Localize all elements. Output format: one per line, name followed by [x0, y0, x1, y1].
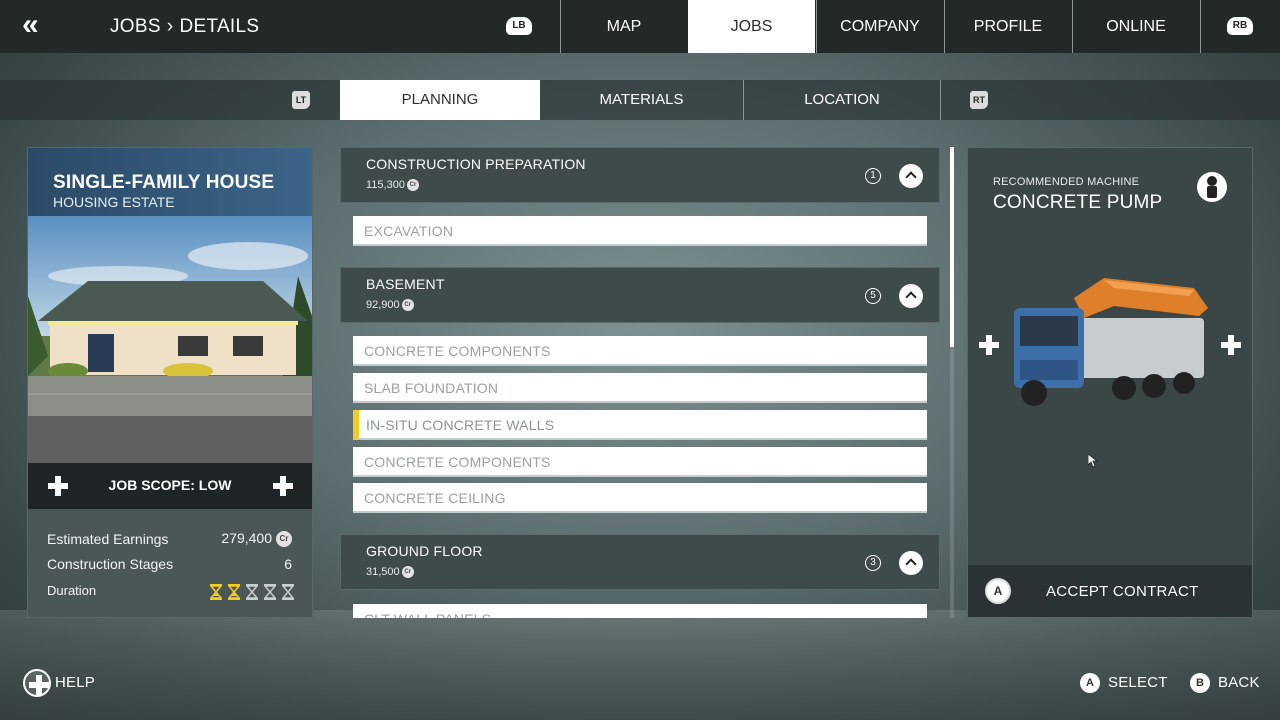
tab-materials[interactable]: MATERIALS: [540, 80, 744, 120]
tab-planning[interactable]: PLANNING: [340, 80, 540, 120]
next-machine-icon[interactable]: [1221, 335, 1241, 355]
stage-header-basement[interactable]: BASEMENT 92,900 Cr 5: [340, 267, 940, 323]
machine-name: CONCRETE PUMP: [993, 192, 1163, 213]
stage-task-count: 5: [865, 288, 881, 304]
recommended-machine-label: RECOMMENDED MACHINE: [993, 176, 1140, 188]
task-row[interactable]: CONCRETE CEILING: [353, 483, 927, 513]
stage-cost: 92,900 Cr: [366, 299, 414, 312]
stage-name: GROUND FLOOR: [366, 543, 483, 559]
tab-online[interactable]: ONLINE: [1072, 0, 1199, 53]
tab-jobs[interactable]: JOBS: [688, 0, 815, 53]
recommended-machine-card: RECOMMENDED MACHINE CONCRETE PUMP A ACCE…: [967, 147, 1253, 618]
concrete-pump-truck-image: [1004, 268, 1218, 428]
duration-rating: [204, 583, 294, 601]
job-scope-selector: JOB SCOPE: LOW: [28, 463, 312, 509]
dpad-cross-icon: [29, 675, 49, 695]
credits-icon: Cr: [276, 531, 292, 548]
hourglass-empty-icon: [264, 583, 276, 600]
dpad-help-icon[interactable]: [23, 669, 51, 697]
credits-icon: Cr: [401, 299, 414, 312]
job-summary-card: SINGLE-FAMILY HOUSE HOUSING ESTATE JOB S…: [27, 147, 313, 618]
tab-profile[interactable]: PROFILE: [944, 0, 1071, 53]
task-row[interactable]: CLT WALL PANELS: [353, 604, 927, 618]
tab-company[interactable]: COMPANY: [816, 0, 943, 53]
job-card-header: SINGLE-FAMILY HOUSE HOUSING ESTATE: [28, 148, 312, 216]
accept-contract-button[interactable]: A ACCEPT CONTRACT: [968, 565, 1252, 617]
collapse-chevron-icon[interactable]: [899, 551, 923, 575]
stage-name: BASEMENT: [366, 276, 445, 292]
task-row-selected[interactable]: IN-SITU CONCRETE WALLS: [353, 410, 927, 440]
credits-icon: Cr: [406, 179, 419, 192]
rt-trigger-icon[interactable]: RT: [970, 91, 988, 109]
stage-cost: 115,300 Cr: [366, 179, 419, 192]
previous-machine-icon[interactable]: [979, 335, 999, 355]
earnings-label: Estimated Earnings: [47, 531, 169, 547]
hourglass-filled-icon: [228, 583, 240, 600]
increase-scope-icon[interactable]: [273, 476, 293, 496]
top-navigation-bar: « JOBS › DETAILS LB MAP JOBS COMPANY PROFI…: [0, 0, 1280, 53]
accept-contract-label: ACCEPT CONTRACT: [1046, 583, 1199, 600]
back-chevron-icon[interactable]: «: [22, 10, 52, 40]
job-subtitle: HOUSING ESTATE: [53, 194, 175, 210]
mouse-cursor-icon: [1088, 454, 1098, 468]
b-button-icon: B: [1190, 673, 1210, 693]
a-button-icon: A: [985, 578, 1011, 604]
lb-bumper-icon[interactable]: LB: [506, 17, 532, 35]
house-preview-image: [28, 216, 312, 463]
tab-location[interactable]: LOCATION: [744, 80, 941, 120]
task-row[interactable]: EXCAVATION: [353, 216, 927, 246]
worker-icon: [1197, 172, 1227, 202]
a-button-icon: A: [1080, 673, 1100, 693]
stage-task-count: 1: [865, 168, 881, 184]
hourglass-empty-icon: [282, 583, 294, 600]
stage-task-count: 3: [865, 555, 881, 571]
task-row[interactable]: CONCRETE COMPONENTS: [353, 336, 927, 366]
earnings-value: 279,400 Cr: [221, 530, 292, 548]
job-title: SINGLE-FAMILY HOUSE: [53, 172, 275, 193]
rb-bumper-icon[interactable]: RB: [1227, 17, 1253, 35]
select-hint-label[interactable]: SELECT: [1108, 674, 1168, 691]
hourglass-filled-icon: [210, 583, 222, 600]
breadcrumb-item-details: DETAILS: [179, 16, 260, 37]
stage-header-construction-preparation[interactable]: CONSTRUCTION PREPARATION 115,300 Cr 1: [340, 147, 940, 203]
stage-cost: 31,500 Cr: [366, 566, 414, 579]
stages-label: Construction Stages: [47, 556, 174, 572]
job-stats: Estimated Earnings 279,400 Cr Constructio…: [28, 509, 312, 617]
credits-icon: Cr: [401, 566, 414, 579]
list-scrollbar-thumb[interactable]: [950, 147, 954, 347]
task-row[interactable]: SLAB FOUNDATION: [353, 373, 927, 403]
stage-cost-amount: 31,500: [366, 566, 400, 578]
collapse-chevron-icon[interactable]: [899, 284, 923, 308]
earnings-amount: 279,400: [221, 530, 272, 546]
stage-name: CONSTRUCTION PREPARATION: [366, 156, 586, 172]
breadcrumb-separator: ›: [166, 16, 174, 37]
lt-trigger-icon[interactable]: LT: [292, 91, 310, 109]
collapse-chevron-icon[interactable]: [899, 164, 923, 188]
back-hint-label[interactable]: BACK: [1218, 674, 1260, 691]
job-scope-label: JOB SCOPE: LOW: [108, 477, 232, 493]
hourglass-empty-icon: [246, 583, 258, 600]
background-floor: [0, 610, 1280, 720]
tab-map[interactable]: MAP: [560, 0, 687, 53]
duration-label: Duration: [47, 583, 97, 598]
task-row[interactable]: CONCRETE COMPONENTS: [353, 447, 927, 477]
breadcrumb: JOBS › DETAILS: [110, 16, 259, 38]
stage-cost-amount: 92,900: [366, 299, 400, 311]
stages-value: 6: [284, 556, 292, 572]
stage-header-ground-floor[interactable]: GROUND FLOOR 31,500 Cr 3: [340, 534, 940, 590]
breadcrumb-item-jobs[interactable]: JOBS: [110, 16, 161, 37]
stage-cost-amount: 115,300: [366, 179, 405, 191]
help-label[interactable]: HELP: [55, 674, 95, 691]
stage-list: CONSTRUCTION PREPARATION 115,300 Cr 1 EXC…: [340, 147, 940, 618]
